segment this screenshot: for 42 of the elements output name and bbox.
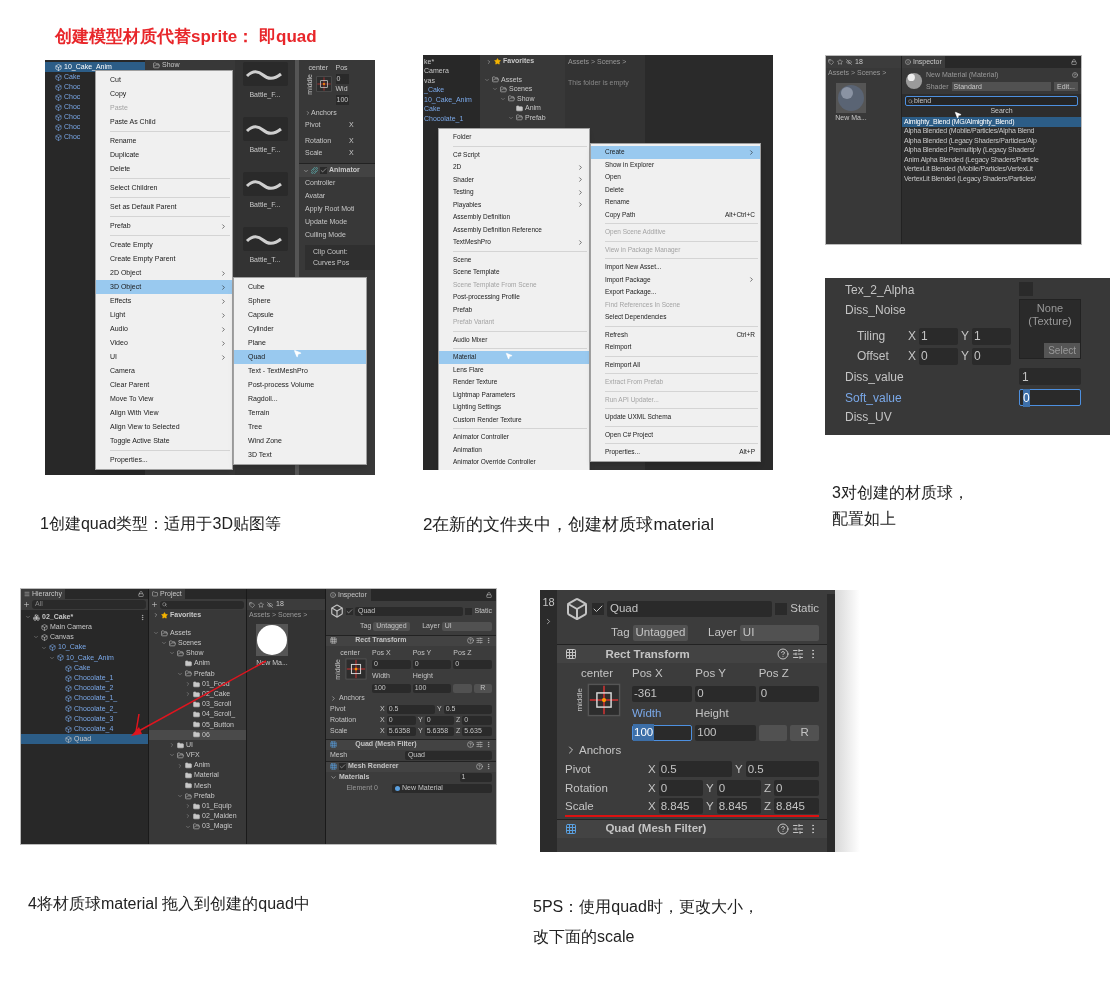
page-title: 创建模型材质代替sprite： 即quad <box>55 27 317 46</box>
field-label: Diss_value <box>845 368 905 386</box>
field-label: Pos Z <box>758 666 790 682</box>
axis-label: Y <box>706 798 714 814</box>
axis-label: X <box>908 348 916 365</box>
static-label: Static <box>790 601 819 617</box>
field-label: Scale <box>565 798 595 814</box>
step-caption: 4将材质球material 拖入到创建的quad中 <box>28 894 311 914</box>
axis-label: Y <box>961 348 969 365</box>
step-caption: 1创建quad类型：适用于3D贴图等 <box>40 514 282 534</box>
layer-label: Layer <box>708 625 737 640</box>
axis-label: X <box>648 780 656 796</box>
axis-label: Z <box>764 780 772 796</box>
field-label: Offset <box>856 348 890 365</box>
axis-label: Y <box>961 328 969 345</box>
field-label: Rotation <box>565 780 609 796</box>
anchor-label: center <box>581 666 613 682</box>
field-label: Diss_UV <box>845 409 893 426</box>
step-caption: 3对创建的材质球， <box>832 483 970 503</box>
field-label: Diss_Noise <box>845 302 907 319</box>
axis-label: X <box>648 761 656 777</box>
field-label: Pos X <box>632 666 664 682</box>
field-label: Pivot <box>565 761 592 777</box>
field-label: Height <box>695 705 730 721</box>
anchor-side-label: middle <box>573 687 585 712</box>
tag-label: Tag <box>611 625 630 640</box>
field-label: Tiling <box>856 328 887 345</box>
axis-label: Z <box>764 798 772 814</box>
field-label: Pos Y <box>695 666 727 682</box>
step-caption: 5PS：使用quad时，更改大小， <box>533 897 760 917</box>
hidden-count: 18 <box>542 595 555 610</box>
axis-label: X <box>648 798 656 814</box>
axis-label: Y <box>735 761 743 777</box>
axis-label: X <box>908 328 916 345</box>
step-caption: 配置如上 <box>832 509 897 529</box>
field-label: Width <box>632 705 663 721</box>
field-label: Tex_2_Alpha <box>845 282 916 299</box>
axis-label: Y <box>706 780 714 796</box>
step-caption: 2在新的文件夹中，创建材质球material <box>423 514 715 536</box>
field-label: Soft_value <box>845 389 903 407</box>
field-label: Anchors <box>579 742 622 758</box>
step-caption: 改下面的scale <box>533 927 636 947</box>
